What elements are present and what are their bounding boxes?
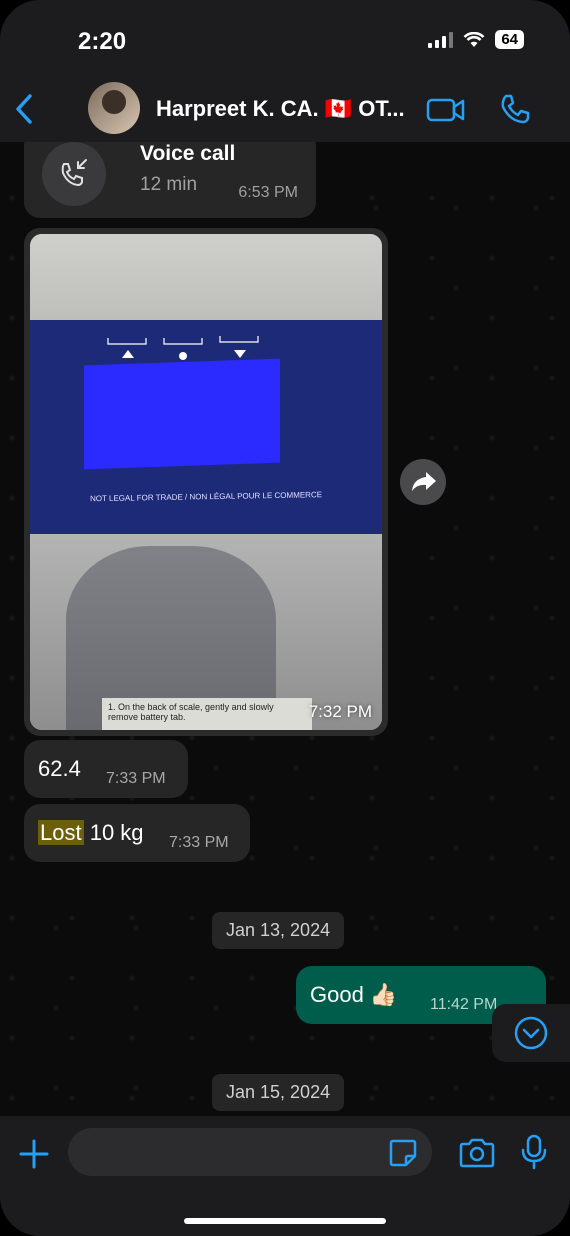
photo-message[interactable]: NOT LEGAL FOR TRADE / NON LÉGAL POUR LE … — [24, 228, 388, 736]
forward-icon — [412, 472, 436, 491]
attach-button[interactable] — [18, 1138, 50, 1170]
status-icons: 64 — [428, 30, 524, 49]
incoming-message[interactable]: 62.4 7:33 PM — [24, 740, 188, 798]
message-input[interactable] — [68, 1128, 432, 1176]
microphone-icon[interactable] — [520, 1134, 548, 1170]
voice-call-title: Voice call — [140, 142, 236, 165]
message-text: Good 👍🏻 — [310, 982, 398, 1007]
scale-display-panel: NOT LEGAL FOR TRADE / NON LÉGAL POUR LE … — [30, 320, 382, 538]
message-time: 7:32 PM — [308, 702, 372, 721]
wifi-icon — [463, 31, 485, 47]
status-time: 2:20 — [78, 28, 127, 55]
incoming-message[interactable]: Lost 10 kg 7:33 PM — [24, 804, 250, 862]
scroll-to-bottom-button[interactable] — [492, 1004, 570, 1062]
battery-indicator: 64 — [495, 30, 524, 49]
scale-buttons-icon — [107, 336, 259, 360]
incoming-call-icon — [42, 142, 106, 206]
signal-icon — [428, 31, 454, 48]
sticker-icon[interactable] — [388, 1138, 418, 1168]
scale-photo[interactable]: NOT LEGAL FOR TRADE / NON LÉGAL POUR LE … — [30, 234, 382, 730]
forward-button[interactable] — [400, 459, 446, 505]
voice-call-duration: 12 min — [140, 174, 198, 195]
camera-icon[interactable] — [458, 1138, 496, 1168]
voice-call-message[interactable]: Voice call 12 min 6:53 PM — [24, 130, 316, 218]
message-time: 7:33 PM — [169, 834, 229, 851]
message-text: 62.4 — [38, 756, 81, 781]
message-time: 11:42 PM — [430, 996, 498, 1013]
chat-header: 2:20 64 Harpreet K. CA. 🇨🇦 OT... — [0, 0, 570, 142]
date-separator: Jan 15, 2024 — [212, 1074, 345, 1111]
scale-lcd — [84, 358, 280, 470]
chevron-down-icon — [514, 1016, 548, 1050]
voice-call-button[interactable] — [498, 92, 532, 126]
video-call-button[interactable] — [426, 96, 466, 124]
message-time: 7:33 PM — [106, 770, 166, 787]
scale-instruction-sticker: 1. On the back of scale, gently and slow… — [102, 698, 312, 730]
date-separator: Jan 13, 2024 — [212, 912, 345, 949]
phone-screen: 2:20 64 Harpreet K. CA. 🇨🇦 OT... Voice c… — [0, 0, 570, 1236]
message-text: Lost 10 kg — [38, 820, 144, 846]
home-indicator[interactable] — [184, 1218, 386, 1224]
contact-name[interactable]: Harpreet K. CA. 🇨🇦 OT... — [156, 96, 416, 122]
scale-legal-text: NOT LEGAL FOR TRADE / NON LÉGAL POUR LE … — [89, 490, 323, 504]
back-button[interactable] — [10, 92, 38, 126]
message-time: 6:53 PM — [238, 184, 298, 201]
search-highlight: Lost — [38, 820, 84, 845]
avatar[interactable] — [88, 82, 140, 134]
message-text-rest: 10 kg — [83, 820, 144, 845]
photo-wall — [30, 234, 382, 324]
